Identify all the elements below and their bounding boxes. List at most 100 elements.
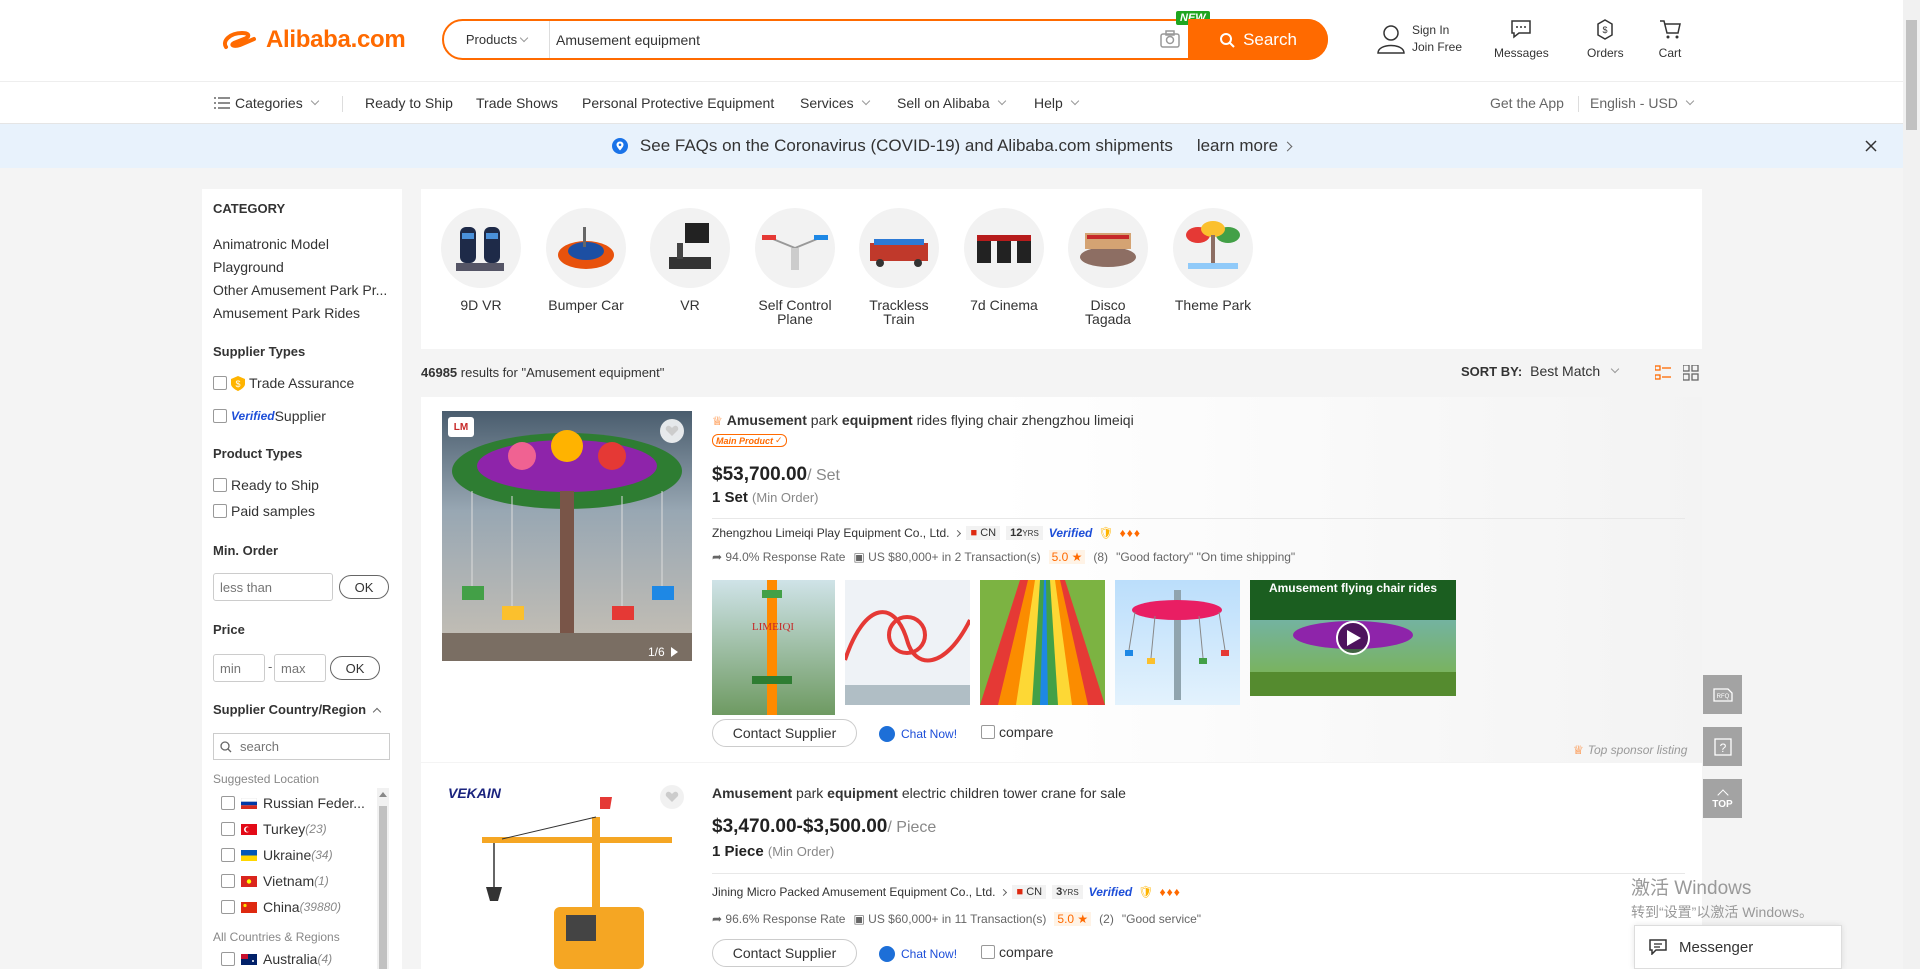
min-order-ok-button[interactable]: OK (339, 575, 389, 599)
country-item-ukraine[interactable]: Ukraine (34) (221, 847, 333, 863)
country-item-russia[interactable]: Russian Feder... (221, 795, 365, 811)
nav-help[interactable]: Help (1034, 95, 1080, 111)
country-scrollbar[interactable] (377, 788, 389, 969)
verified-supplier-filter[interactable]: Verified Supplier (213, 408, 326, 424)
messages-button[interactable]: Messages (1494, 18, 1549, 60)
related-item-self-control-plane[interactable]: Self Control Plane (755, 208, 835, 326)
related-item-9d-vr[interactable]: 9D VR (441, 208, 521, 312)
country-item-vietnam[interactable]: Vietnam (1) (221, 873, 329, 889)
price-max-input[interactable] (274, 654, 326, 682)
checkbox[interactable] (213, 504, 227, 518)
supplier-metrics: ➦ 94.0% Response Rate ▣ US $80,000+ in 2… (712, 550, 1295, 564)
contact-supplier-button[interactable]: Contact Supplier (712, 939, 857, 967)
checkbox[interactable] (213, 409, 227, 423)
alibaba-logo[interactable]: Alibaba.com (220, 22, 406, 58)
product-title[interactable]: Amusement park equipment electric childr… (712, 785, 1126, 801)
related-item-vr[interactable]: VR (650, 208, 730, 312)
supplier-name[interactable]: Zhengzhou Limeiqi Play Equipment Co., Lt… (712, 526, 949, 540)
checkbox[interactable] (981, 725, 995, 739)
messenger-widget[interactable]: Messenger (1634, 925, 1842, 969)
join-free-link[interactable]: Join Free (1412, 39, 1462, 56)
page-scrollbar[interactable] (1903, 0, 1920, 969)
product-thumbnail[interactable] (845, 580, 970, 705)
nav-sell-on-alibaba[interactable]: Sell on Alibaba (897, 95, 1006, 111)
related-item-theme-park[interactable]: Theme Park (1173, 208, 1253, 312)
paid-samples-filter[interactable]: Paid samples (213, 503, 315, 519)
search-category-select[interactable]: Products (444, 21, 550, 58)
ready-to-ship-filter[interactable]: Ready to Ship (213, 477, 319, 493)
title-text: park (792, 785, 828, 801)
related-item-bumper-car[interactable]: Bumper Car (546, 208, 626, 312)
related-item-disco-tagada[interactable]: Disco Tagada (1068, 208, 1148, 326)
product-thumbnail[interactable] (980, 580, 1105, 705)
favorite-button[interactable] (660, 419, 684, 443)
gallery-counter[interactable]: 1/6 (648, 645, 678, 659)
close-icon[interactable] (1865, 140, 1877, 152)
search-input[interactable] (556, 21, 1096, 58)
product-title[interactable]: ♕ Amusement park equipment rides flying c… (712, 412, 1134, 428)
review-count[interactable]: (2) (1099, 912, 1114, 926)
compare-toggle[interactable]: compare (981, 724, 1053, 740)
category-item[interactable]: Amusement Park Rides (213, 302, 393, 325)
product-main-image[interactable]: LM 1/6 (442, 411, 692, 661)
min-order-input[interactable] (213, 573, 333, 601)
orders-button[interactable]: $ Orders (1587, 18, 1624, 60)
checkbox[interactable] (221, 822, 235, 836)
language-currency-select[interactable]: English - USD (1590, 95, 1695, 111)
review-count[interactable]: (8) (1093, 550, 1108, 564)
ready-to-ship-label: Ready to Ship (231, 477, 319, 493)
chat-now-link[interactable]: Chat Now! (879, 726, 957, 742)
sign-in-link[interactable]: Sign In (1412, 22, 1462, 39)
product-main-image[interactable]: VEKAIN (442, 777, 692, 969)
compare-toggle[interactable]: compare (981, 944, 1053, 960)
sort-control[interactable]: SORT BY: Best Match (1461, 363, 1620, 379)
favorite-button[interactable] (660, 785, 684, 809)
checkbox[interactable] (213, 376, 227, 390)
nav-services[interactable]: Services (800, 95, 870, 111)
chat-now-link[interactable]: Chat Now! (879, 946, 957, 962)
supplier-name[interactable]: Jining Micro Packed Amusement Equipment … (712, 885, 995, 899)
country-item-china[interactable]: China (39880) (221, 899, 341, 915)
nav-trade-shows[interactable]: Trade Shows (476, 95, 558, 111)
categories-menu[interactable]: Categories (214, 95, 319, 111)
country-search-input[interactable] (240, 739, 380, 754)
checkbox[interactable] (221, 874, 235, 888)
chevron-down-icon (1610, 364, 1620, 374)
get-the-app-link[interactable]: Get the App (1490, 95, 1564, 111)
contact-supplier-button[interactable]: Contact Supplier (712, 719, 857, 747)
checkbox[interactable] (221, 848, 235, 862)
product-video-thumbnail[interactable]: Amusement flying chair rides (1250, 580, 1456, 696)
category-item[interactable]: Playground (213, 256, 393, 279)
checkbox[interactable] (221, 952, 235, 966)
sign-in-area[interactable]: Sign In Join Free (1376, 22, 1462, 56)
category-item[interactable]: Other Amusement Park Pr... (213, 279, 393, 302)
rfq-button[interactable]: RFQ (1703, 675, 1742, 714)
checkbox[interactable] (981, 945, 995, 959)
checkbox[interactable] (213, 478, 227, 492)
grid-view-icon[interactable] (1683, 365, 1699, 381)
product-thumbnail[interactable] (1115, 580, 1240, 705)
learn-more-link[interactable]: learn more (1197, 136, 1278, 156)
search-button[interactable]: Search (1188, 19, 1328, 60)
checkbox[interactable] (221, 796, 235, 810)
related-label: Bumper Car (548, 297, 624, 313)
country-item-australia[interactable]: Australia (4) (221, 951, 332, 967)
country-section-header[interactable]: Supplier Country/Region (213, 702, 382, 717)
country-item-turkey[interactable]: Turkey (23) (221, 821, 327, 837)
checkbox[interactable] (221, 900, 235, 914)
scrollbar-thumb[interactable] (1906, 20, 1917, 130)
price-min-input[interactable] (213, 654, 265, 682)
nav-ready-to-ship[interactable]: Ready to Ship (365, 95, 453, 111)
camera-icon[interactable] (1159, 29, 1181, 49)
price-ok-button[interactable]: OK (330, 656, 380, 680)
nav-ppe[interactable]: Personal Protective Equipment (582, 95, 774, 111)
back-to-top-button[interactable]: TOP (1703, 779, 1742, 818)
cart-button[interactable]: Cart (1658, 18, 1682, 60)
related-item-7d-cinema[interactable]: 7d Cinema (964, 208, 1044, 312)
category-item[interactable]: Animatronic Model (213, 233, 393, 256)
list-view-icon[interactable] (1655, 365, 1671, 381)
trade-assurance-filter[interactable]: $ Trade Assurance (213, 375, 354, 391)
feedback-button[interactable]: ? (1703, 727, 1742, 766)
product-thumbnail[interactable]: LIMEIQI (712, 580, 835, 715)
related-item-trackless-train[interactable]: Trackless Train (859, 208, 939, 326)
